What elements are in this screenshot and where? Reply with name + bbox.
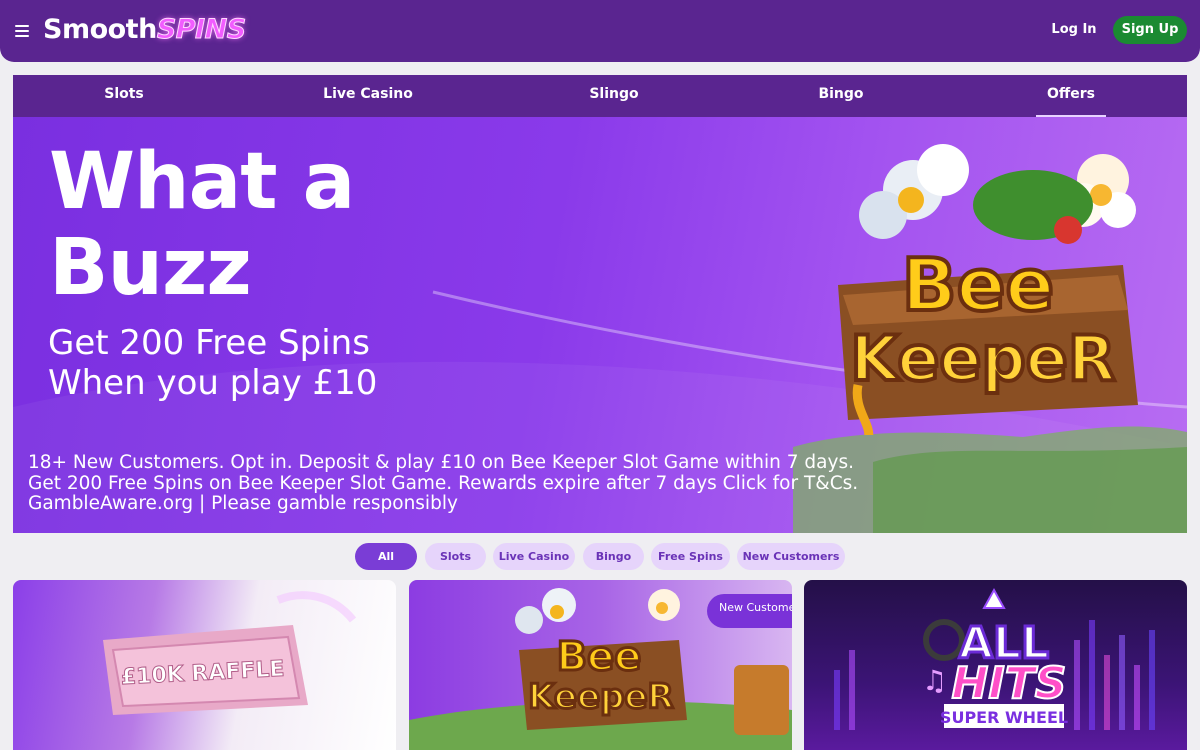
filter-chip-live-casino[interactable]: Live Casino — [493, 543, 575, 570]
offer-card-raffle[interactable]: £10K RAFFLE — [13, 580, 396, 750]
nav-item-slots[interactable]: Slots — [89, 75, 159, 117]
menu-icon[interactable] — [15, 25, 29, 37]
all-hits-line-2: HITS — [952, 658, 1067, 709]
nav-item-slingo[interactable]: Slingo — [578, 75, 650, 117]
filter-chip-slots[interactable]: Slots — [425, 543, 486, 570]
logo-main-text: Smooth — [43, 14, 157, 45]
offer-card-bee-keeper[interactable]: Bee KeepeR New Customers — [409, 580, 792, 750]
terms-line-2: Get 200 Free Spins on Bee Keeper Slot Ga… — [28, 472, 859, 494]
filter-chip-new-customers[interactable]: New Customers — [737, 543, 845, 570]
hero-subtitle-line-2: When you play £10 — [48, 363, 378, 403]
nav-item-live-casino[interactable]: Live Casino — [313, 75, 423, 117]
site-logo[interactable]: SmoothSPINS — [43, 14, 247, 46]
offer-filters: All Slots Live Casino Bingo Free Spins N… — [355, 543, 845, 570]
bee-keeper-game-logo: Bee KeepeR — [838, 144, 1138, 435]
filter-chip-bingo[interactable]: Bingo — [583, 543, 644, 570]
card-game-logo-line-1: Bee — [557, 634, 642, 680]
nav-item-offers[interactable]: Offers — [1036, 75, 1106, 117]
raffle-ticket-art: £10K RAFFLE — [103, 591, 357, 715]
filter-chip-all[interactable]: All — [355, 543, 417, 570]
category-nav: Slots Live Casino Slingo Bingo Offers — [13, 75, 1187, 117]
logo-accent-text: SPINS — [156, 14, 246, 46]
signup-button[interactable]: Sign Up — [1113, 16, 1187, 44]
hero-title-line-1: What a — [49, 137, 355, 227]
all-hits-card-art: ALL HITS SUPER WHEEL ♫ — [834, 587, 1155, 730]
hero-title: What a Buzz — [49, 139, 469, 311]
game-logo-line-1: Bee — [902, 243, 1055, 327]
music-note-icon: ♫ — [922, 664, 947, 697]
super-wheel-text: SUPER WHEEL — [940, 708, 1068, 727]
site-header: SmoothSPINS Log In Sign Up — [0, 0, 1200, 62]
hero-title-line-2: Buzz — [49, 223, 252, 313]
hero-subtitle: Get 200 Free Spins When you play £10 — [48, 323, 488, 403]
game-logo-line-2: KeepeR — [850, 322, 1115, 395]
hero-banner[interactable]: What a Buzz Get 200 Free Spins When you … — [13, 117, 1187, 533]
login-link[interactable]: Log In — [1048, 20, 1100, 40]
filter-chip-free-spins[interactable]: Free Spins — [651, 543, 730, 570]
terms-line-1: 18+ New Customers. Opt in. Deposit & pla… — [28, 452, 854, 473]
nav-item-bingo[interactable]: Bingo — [806, 75, 876, 117]
new-customers-badge: New Customers — [707, 594, 792, 628]
flower-icon — [859, 144, 969, 239]
hero-terms[interactable]: 18+ New Customers. Opt in. Deposit & pla… — [28, 452, 928, 515]
terms-line-3: GambleAware.org | Please gamble responsi… — [28, 493, 458, 514]
offer-card-all-hits[interactable]: ALL HITS SUPER WHEEL ♫ — [804, 580, 1187, 750]
card-game-logo-line-2: KeepeR — [528, 677, 673, 717]
hero-subtitle-line-1: Get 200 Free Spins — [48, 323, 370, 363]
